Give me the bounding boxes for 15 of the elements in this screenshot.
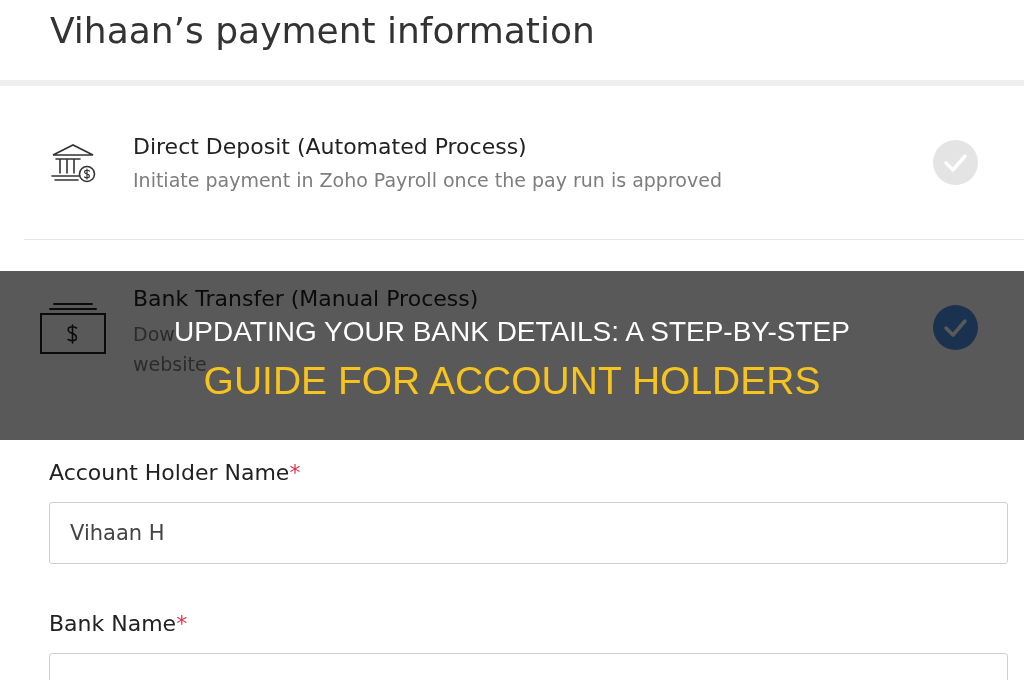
text-input[interactable]: Vihaan H bbox=[49, 502, 1008, 564]
field-label: Bank Name bbox=[49, 610, 177, 638]
bank-building-icon bbox=[49, 142, 96, 183]
page-title: Vihaan’s payment information bbox=[50, 9, 595, 53]
check-circle-icon[interactable] bbox=[933, 305, 978, 350]
banner-headline: UPDATING YOUR BANK DETAILS: A STEP-BY-STEP bbox=[174, 316, 850, 348]
option-title: Bank Transfer (Manual Process) bbox=[133, 285, 479, 313]
option-description: Initiate payment in Zoho Payroll once the pay run is approved bbox=[133, 167, 722, 193]
banner-subheadline: GUIDE FOR ACCOUNT HOLDERS bbox=[203, 359, 821, 404]
field-label: Account Holder Name bbox=[49, 459, 290, 487]
required-mark: * bbox=[176, 610, 188, 638]
option-title: Direct Deposit (Automated Process) bbox=[133, 132, 528, 161]
cash-bill-icon bbox=[39, 302, 106, 354]
check-circle-icon[interactable] bbox=[933, 140, 978, 185]
required-mark: * bbox=[289, 459, 301, 487]
